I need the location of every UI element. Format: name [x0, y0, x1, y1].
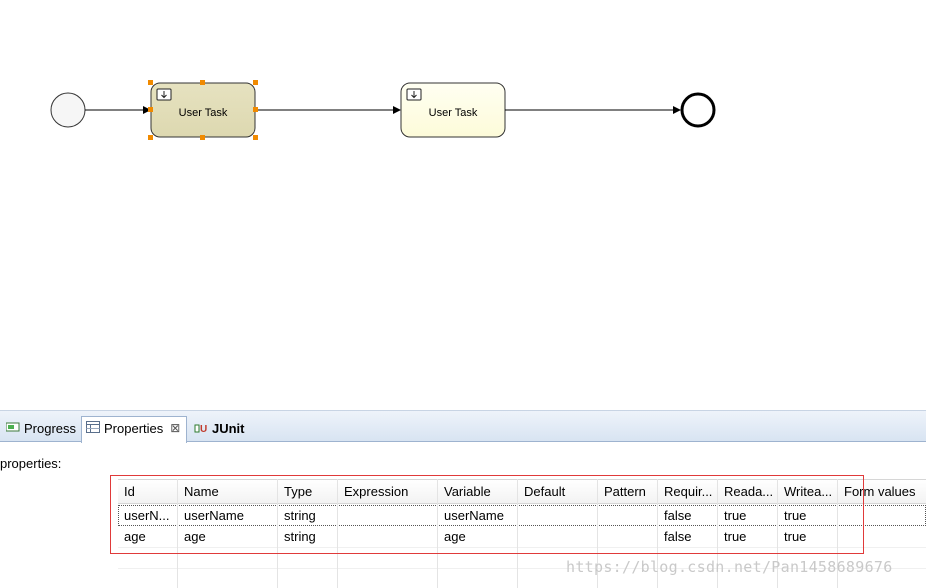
selection-handle[interactable] [148, 135, 153, 140]
table-cell[interactable] [518, 505, 598, 526]
column-header[interactable]: Reada... [718, 481, 778, 502]
column-header[interactable]: Writea... [778, 481, 838, 502]
table-cell[interactable]: userName [438, 505, 518, 526]
process-diagram [50, 82, 716, 138]
column-header[interactable]: Name [178, 481, 278, 502]
table-cell[interactable] [838, 505, 926, 526]
column-header[interactable]: Requir... [658, 481, 718, 502]
table-cell[interactable]: string [278, 505, 338, 526]
column-header[interactable]: Default [518, 481, 598, 502]
column-header[interactable]: Type [278, 481, 338, 502]
table-cell[interactable]: age [438, 526, 518, 547]
selection-handle[interactable] [148, 80, 153, 85]
close-icon[interactable]: ⊠ [170, 421, 180, 435]
selection-handle[interactable] [200, 135, 205, 140]
end-event[interactable] [680, 92, 716, 128]
table-cell[interactable] [598, 505, 658, 526]
tab-junit-label: JUnit [212, 421, 245, 436]
svg-text:U: U [200, 424, 207, 435]
table-cell[interactable]: age [178, 526, 278, 547]
column-header[interactable]: Form values [838, 481, 926, 502]
watermark: https://blog.csdn.net/Pan1458689676 [566, 558, 893, 576]
table-cell[interactable]: age [118, 526, 178, 547]
table-cell[interactable]: true [778, 526, 838, 547]
table-cell[interactable]: false [658, 505, 718, 526]
tab-junit[interactable]: U JUnit [190, 417, 251, 443]
table-cell[interactable] [338, 505, 438, 526]
progress-icon [5, 421, 20, 433]
table-cell[interactable] [598, 526, 658, 547]
properties-icon [86, 421, 100, 433]
tab-progress-label: Progress [24, 421, 77, 436]
start-event[interactable] [50, 92, 86, 128]
column-header[interactable]: Pattern [598, 481, 658, 502]
view-tab-bar: Progress Properties ⊠ U JUnit [0, 410, 926, 443]
table-cell[interactable]: userName [178, 505, 278, 526]
selection-handle[interactable] [200, 80, 205, 85]
column-header[interactable]: Expression [338, 481, 438, 502]
properties-label: properties: [0, 456, 62, 471]
selection-handle[interactable] [253, 80, 258, 85]
tab-properties-label: Properties [104, 421, 164, 436]
table-cell[interactable]: true [718, 505, 778, 526]
table-cell[interactable] [338, 526, 438, 547]
table-cell[interactable]: userN... [118, 505, 178, 526]
table-cell[interactable]: true [778, 505, 838, 526]
user-task-1-label: User Task [178, 107, 228, 119]
table-cell[interactable]: false [658, 526, 718, 547]
selection-handle[interactable] [148, 107, 153, 112]
diagram-canvas[interactable]: User Task User Task [0, 0, 926, 410]
junit-icon: U [194, 421, 208, 435]
column-header[interactable]: Variable [438, 481, 518, 502]
selection-handle[interactable] [253, 135, 258, 140]
tab-progress[interactable]: Progress [2, 417, 82, 443]
column-header[interactable]: Id [118, 481, 178, 502]
user-task-2-label: User Task [428, 107, 478, 119]
table-cell[interactable] [518, 526, 598, 547]
table-cell[interactable] [838, 526, 926, 547]
table-cell[interactable]: string [278, 526, 338, 547]
selection-handle[interactable] [253, 107, 258, 112]
table-cell[interactable]: true [718, 526, 778, 547]
tab-properties[interactable]: Properties ⊠ [81, 416, 188, 443]
